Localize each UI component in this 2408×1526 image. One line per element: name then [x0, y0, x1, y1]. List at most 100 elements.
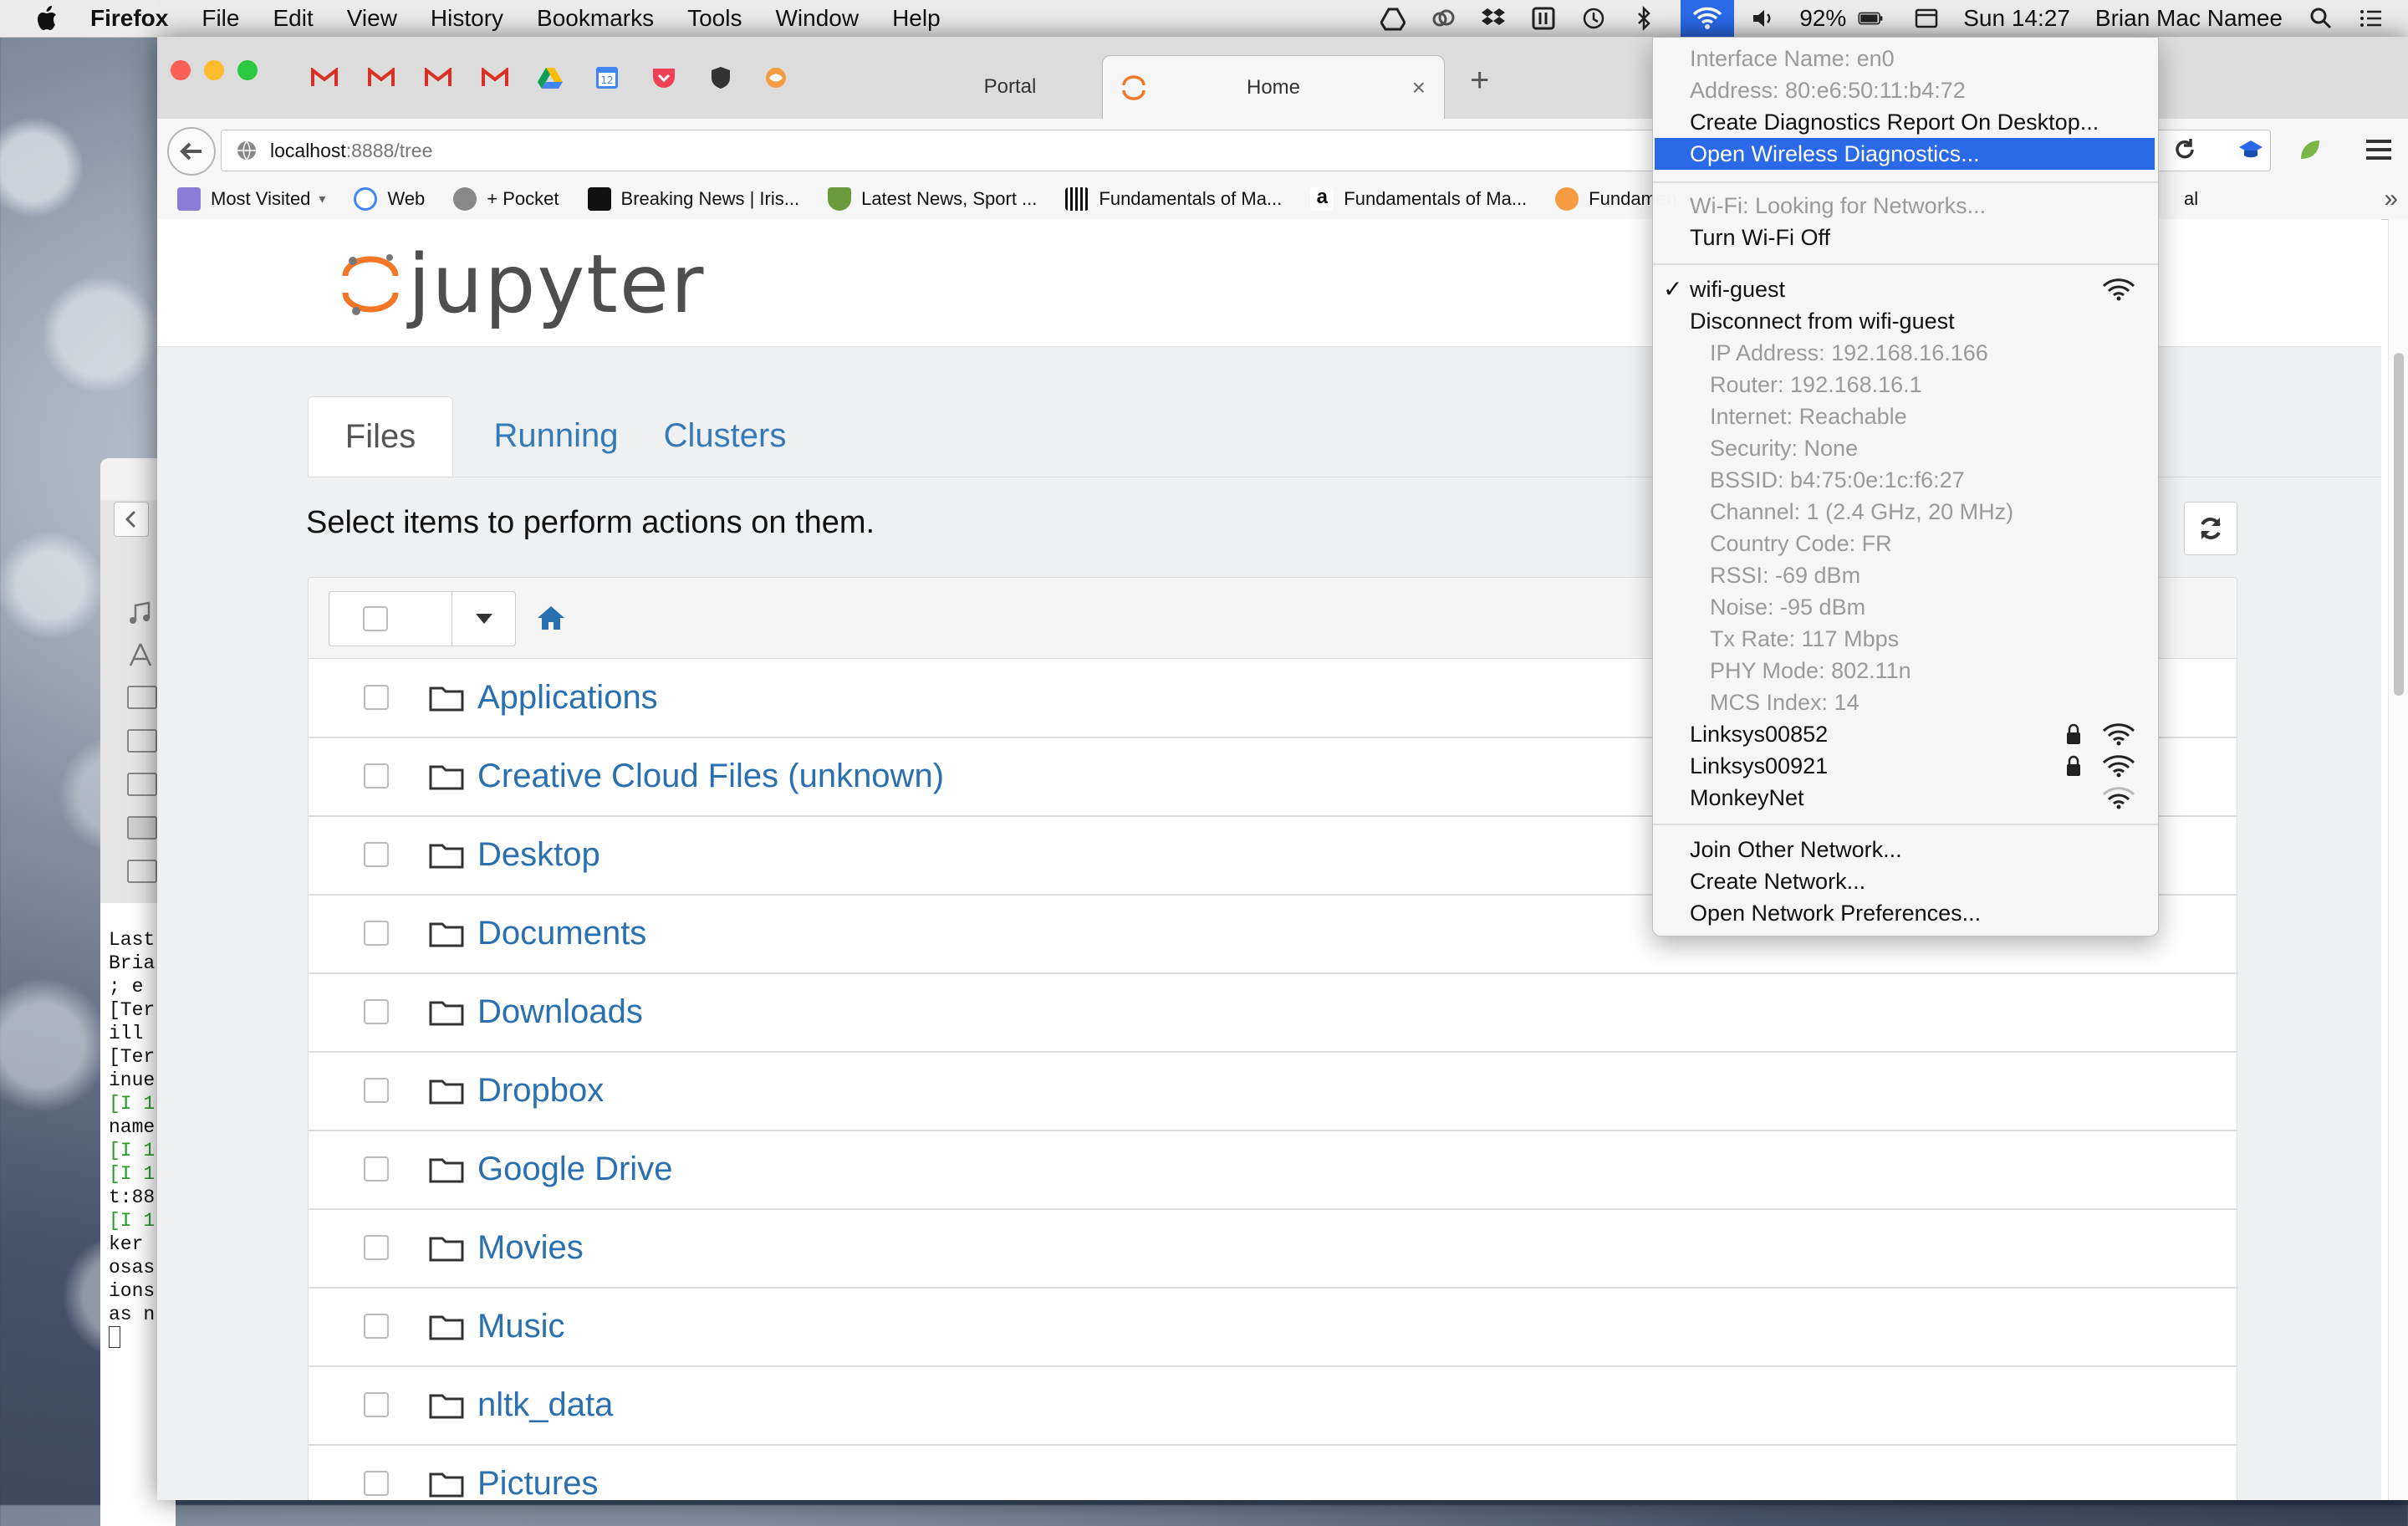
network-wifi-guest[interactable]: wifi-guest	[1690, 273, 1785, 305]
wifi-menu-icon[interactable]	[1681, 0, 1735, 37]
time-machine-icon[interactable]	[1580, 5, 1607, 32]
folder-icon[interactable]	[127, 816, 157, 840]
network-linksys00921[interactable]: Linksys00921	[1690, 750, 1828, 782]
tab-clusters[interactable]: Clusters	[645, 396, 804, 475]
row-checkbox[interactable]	[364, 1314, 389, 1339]
row-checkbox[interactable]	[364, 999, 389, 1024]
item-name[interactable]: Applications	[477, 679, 658, 717]
list-item[interactable]: Music	[309, 1287, 2237, 1367]
battery-percent[interactable]: 92%	[1799, 5, 1846, 32]
leaf-extension-icon[interactable]	[2298, 137, 2323, 162]
google-drive-pinned-tab-icon[interactable]	[535, 65, 565, 90]
open-wireless-diagnostics-item[interactable]: Open Wireless Diagnostics...	[1690, 138, 1980, 170]
music-icon[interactable]	[127, 600, 154, 624]
item-name[interactable]: Desktop	[477, 836, 600, 874]
dropbox-icon[interactable]	[1480, 5, 1507, 32]
network-monkeynet[interactable]: MonkeyNet	[1690, 782, 1804, 814]
list-item[interactable]: nltk_data	[309, 1365, 2237, 1446]
menu-history[interactable]: History	[431, 5, 503, 32]
menu-file[interactable]: File	[202, 5, 239, 32]
item-name[interactable]: Downloads	[477, 993, 643, 1031]
item-name[interactable]: Pictures	[477, 1465, 599, 1501]
folder-icon[interactable]	[127, 773, 157, 796]
bookmarks-overflow-button[interactable]: »	[2384, 185, 2398, 213]
google-drive-icon[interactable]	[1380, 5, 1406, 32]
row-checkbox[interactable]	[364, 921, 389, 946]
bluetooth-icon[interactable]	[1630, 5, 1657, 32]
menu-bookmarks[interactable]: Bookmarks	[537, 5, 654, 32]
list-item[interactable]: Dropbox	[309, 1051, 2237, 1131]
user-name[interactable]: Brian Mac Namee	[2095, 5, 2283, 32]
spotlight-icon[interactable]	[2308, 5, 2334, 32]
shield-pinned-tab-icon[interactable]	[706, 65, 736, 90]
hamburger-menu-icon[interactable]	[2365, 137, 2393, 162]
volume-icon[interactable]	[1749, 5, 1776, 32]
finder-back-button[interactable]	[114, 502, 149, 537]
select-dropdown-button[interactable]	[452, 592, 515, 646]
bookmark-irish-times[interactable]: Breaking News | Iris...	[587, 187, 799, 211]
parallels-icon[interactable]	[1530, 5, 1557, 32]
row-checkbox[interactable]	[364, 763, 389, 789]
item-name[interactable]: Dropbox	[477, 1072, 604, 1110]
menu-edit[interactable]: Edit	[273, 5, 313, 32]
row-checkbox[interactable]	[364, 1235, 389, 1260]
row-checkbox[interactable]	[364, 842, 389, 867]
apple-icon[interactable]	[33, 3, 62, 33]
camera-icon[interactable]	[127, 686, 157, 709]
battery-icon[interactable]	[1851, 5, 1890, 32]
tab-home[interactable]: Home ×	[1102, 55, 1445, 120]
network-linksys00852[interactable]: Linksys00852	[1690, 718, 1828, 750]
disconnect-item[interactable]: Disconnect from wifi-guest	[1690, 305, 1955, 337]
item-name[interactable]: Music	[477, 1308, 564, 1345]
bookmark-latest-news[interactable]: Latest News, Sport ...	[828, 187, 1037, 211]
gmail-pinned-tab-icon[interactable]	[309, 65, 339, 90]
bookmark-fundamentals-2[interactable]: a Fundamentals of Ma...	[1310, 187, 1527, 211]
scrollbar-thumb[interactable]	[2394, 353, 2404, 696]
extension-icon[interactable]	[2237, 137, 2264, 162]
menu-tools[interactable]: Tools	[687, 5, 742, 32]
folder-icon[interactable]	[127, 860, 157, 883]
row-checkbox[interactable]	[364, 1392, 389, 1417]
menu-help[interactable]: Help	[892, 5, 941, 32]
create-diagnostics-report-item[interactable]: Create Diagnostics Report On Desktop...	[1690, 106, 2099, 138]
menu-view[interactable]: View	[347, 5, 397, 32]
list-item[interactable]: Google Drive	[309, 1130, 2237, 1210]
item-name[interactable]: Movies	[477, 1229, 584, 1267]
home-icon[interactable]	[536, 605, 566, 631]
select-all-checkbox[interactable]	[363, 606, 388, 631]
clock[interactable]: Sun 14:27	[1963, 5, 2070, 32]
zoom-window-button[interactable]	[237, 60, 258, 80]
list-item[interactable]: Downloads	[309, 972, 2237, 1053]
minimize-window-button[interactable]	[204, 60, 224, 80]
back-button[interactable]	[167, 127, 216, 176]
row-checkbox[interactable]	[364, 1078, 389, 1103]
item-name[interactable]: Documents	[477, 915, 646, 952]
turn-wifi-off-item[interactable]: Turn Wi-Fi Off	[1690, 222, 1830, 253]
item-name[interactable]: nltk_data	[477, 1386, 613, 1424]
join-other-network-item[interactable]: Join Other Network...	[1690, 834, 1902, 865]
open-network-preferences-item[interactable]: Open Network Preferences...	[1690, 897, 1981, 929]
bookmark-most-visited[interactable]: Most Visited ▾	[177, 187, 325, 211]
row-checkbox[interactable]	[364, 685, 389, 710]
bookmark-web[interactable]: Web	[354, 187, 425, 211]
calendar-pinned-tab-icon[interactable]: 12	[592, 65, 622, 90]
applications-icon[interactable]	[127, 642, 154, 666]
create-network-item[interactable]: Create Network...	[1690, 865, 1865, 897]
bookmark-fundamentals-1[interactable]: Fundamentals of Ma...	[1065, 187, 1282, 211]
new-tab-button[interactable]: +	[1470, 62, 1489, 100]
item-name[interactable]: Creative Cloud Files (unknown)	[477, 758, 944, 795]
folder-icon[interactable]	[127, 729, 157, 753]
row-checkbox[interactable]	[364, 1471, 389, 1496]
refresh-button[interactable]	[2184, 502, 2237, 555]
pocket-pinned-tab-icon[interactable]	[649, 65, 679, 90]
tab-close-icon[interactable]: ×	[1412, 74, 1426, 101]
item-name[interactable]: Google Drive	[477, 1151, 672, 1188]
list-item[interactable]: Movies	[309, 1208, 2237, 1289]
notification-center-icon[interactable]	[2358, 5, 2385, 32]
menu-window[interactable]: Window	[775, 5, 859, 32]
tab-files[interactable]: Files	[308, 396, 453, 477]
reload-icon[interactable]	[2172, 137, 2197, 162]
bookmark-truncated[interactable]: al	[2184, 188, 2198, 210]
gmail-pinned-tab-icon[interactable]	[366, 65, 396, 90]
list-item[interactable]: Pictures	[309, 1444, 2237, 1500]
